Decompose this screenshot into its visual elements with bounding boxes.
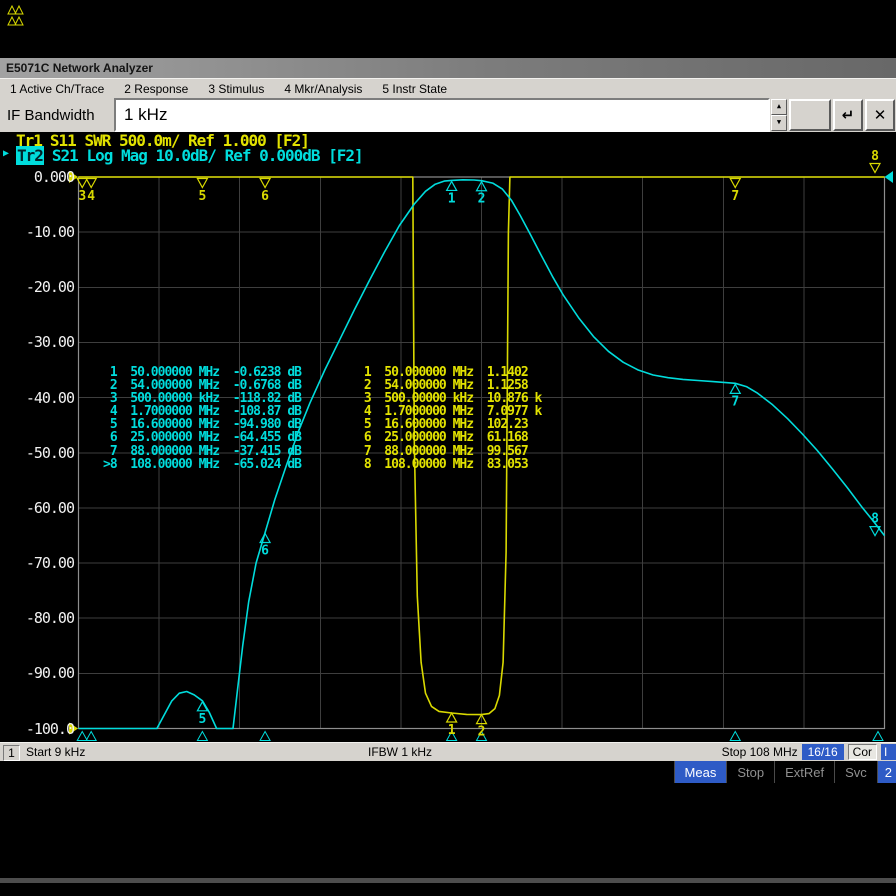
marker-8-tr1-icon[interactable] (870, 164, 880, 173)
corner-marker-glyph-icon (15, 6, 23, 14)
marker-label: 5 (198, 189, 206, 204)
marker-7-tr1-icon[interactable] (730, 179, 740, 188)
state-extra[interactable]: 2 (877, 761, 896, 783)
instrument-state-bar: Meas Stop ExtRef Svc 2 (0, 761, 896, 783)
marker-stimulus-tick-icon (86, 732, 96, 741)
y-axis-label: -30.00 (0, 333, 74, 351)
y-axis-label: -60.00 (0, 499, 74, 517)
marker-stimulus-tick-icon (260, 732, 270, 741)
marker-label: 7 (731, 189, 739, 204)
menu-response[interactable]: 2 Response (114, 82, 198, 96)
menu-stimulus[interactable]: 3 Stimulus (198, 82, 274, 96)
y-axis-label: -50.00 (0, 444, 74, 462)
state-svc[interactable]: Svc (834, 761, 877, 783)
spinner-up-button[interactable]: ▲ (771, 99, 787, 115)
stop-frequency-label: Stop 108 MHz (722, 745, 798, 759)
marker-label: 6 (261, 189, 269, 204)
y-axis-label: -20.00 (0, 278, 74, 296)
y-axis-label: -90.00 (0, 664, 74, 682)
trace2-header[interactable]: Tr2 S21 Log Mag 10.0dB/ Ref 0.000dB [F2] (16, 146, 363, 165)
y-axis-label: 0.000 (0, 168, 74, 186)
entry-field-label: IF Bandwidth (0, 98, 114, 132)
y-axis-label: -70.00 (0, 554, 74, 572)
marker-label: 3 (78, 189, 86, 204)
marker-table-tr1: 1 50.000000 MHz 1.1402 2 54.000000 MHz 1… (357, 366, 541, 471)
y-axis-label: -10.00 (0, 223, 74, 241)
marker-stimulus-tick-icon (197, 732, 207, 741)
enter-button[interactable]: ↵ (833, 99, 863, 131)
entry-slider-button[interactable] (789, 99, 831, 131)
marker-7-tr2-icon[interactable] (730, 384, 740, 393)
menu-mkr-analysis[interactable]: 4 Mkr/Analysis (274, 82, 372, 96)
window-titlebar[interactable]: E5071C Network Analyzer (0, 58, 896, 78)
menu-active-ch-trace[interactable]: 1 Active Ch/Trace (0, 82, 114, 96)
menu-bar: 1 Active Ch/Trace 2 Response 3 Stimulus … (0, 78, 896, 98)
marker-label: 6 (261, 543, 269, 558)
marker-label: 5 (198, 712, 206, 727)
marker-stimulus-tick-icon (730, 732, 740, 741)
instrument-screen: 1 1 2 2 34 5 5 6 6 7 7 8 8 E5071C Network Analyzer 1… (0, 0, 896, 896)
marker-label: 1 (448, 191, 456, 206)
status-bar: 1 Start 9 kHz IFBW 1 kHz Stop 108 MHz 16… (0, 742, 896, 761)
marker-1-tr1-icon[interactable] (447, 713, 457, 722)
correction-badge: Cor (848, 744, 877, 760)
close-entry-button[interactable]: ✕ (865, 99, 895, 131)
marker-label: 2 (478, 725, 486, 740)
marker-stimulus-tick-icon (873, 732, 883, 741)
marker-1-tr2-icon[interactable] (447, 181, 457, 190)
value-spinner: ▲ ▼ (771, 99, 787, 131)
marker-label: 2 (478, 192, 486, 207)
state-stop[interactable]: Stop (726, 761, 774, 783)
start-frequency-label: Start 9 kHz (26, 745, 85, 759)
corner-marker-glyph-icon (8, 17, 16, 25)
active-trace-arrow-icon: ▶ (3, 148, 9, 159)
trace2-name: Tr2 (16, 146, 44, 165)
marker-label: 8 (871, 512, 879, 527)
marker-label: 1 (448, 723, 456, 738)
menu-instr-state[interactable]: 5 Instr State (372, 82, 457, 96)
marker-table-tr2: 1 50.000000 MHz -0.6238 dB 2 54.000000 M… (103, 366, 301, 471)
y-axis-label: -80.00 (0, 609, 74, 627)
marker-label: 4 (87, 189, 95, 204)
entry-bar: IF Bandwidth ▲ ▼ ↵ ✕ (0, 98, 896, 132)
marker-stimulus-tick-icon (77, 732, 87, 741)
marker-4-tr1-icon[interactable] (86, 179, 96, 188)
trace2-detail: S21 Log Mag 10.0dB/ Ref 0.000dB [F2] (52, 146, 363, 165)
marker-label: 7 (731, 394, 739, 409)
bottom-band (0, 878, 896, 883)
status-edge-indicator: I (881, 744, 896, 760)
corner-marker-glyph-icon (8, 6, 16, 14)
state-meas[interactable]: Meas (674, 761, 727, 783)
marker-5-tr1-icon[interactable] (197, 179, 207, 188)
sweep-points-badge: 16/16 (802, 744, 844, 760)
state-extref[interactable]: ExtRef (774, 761, 834, 783)
tr2-ref-indicator-icon (885, 171, 894, 183)
marker-6-tr1-icon[interactable] (260, 179, 270, 188)
y-axis-label: -40.00 (0, 389, 74, 407)
channel-indicator: 1 (3, 745, 20, 761)
ifbw-value-input[interactable] (114, 98, 770, 132)
y-axis-label: -100.0 (0, 720, 74, 738)
ifbw-status-label: IFBW 1 kHz (368, 745, 432, 759)
marker-label: 8 (871, 149, 879, 164)
window-title: E5071C Network Analyzer (6, 61, 153, 75)
corner-marker-glyph-icon (15, 17, 23, 25)
spinner-down-button[interactable]: ▼ (771, 115, 787, 131)
